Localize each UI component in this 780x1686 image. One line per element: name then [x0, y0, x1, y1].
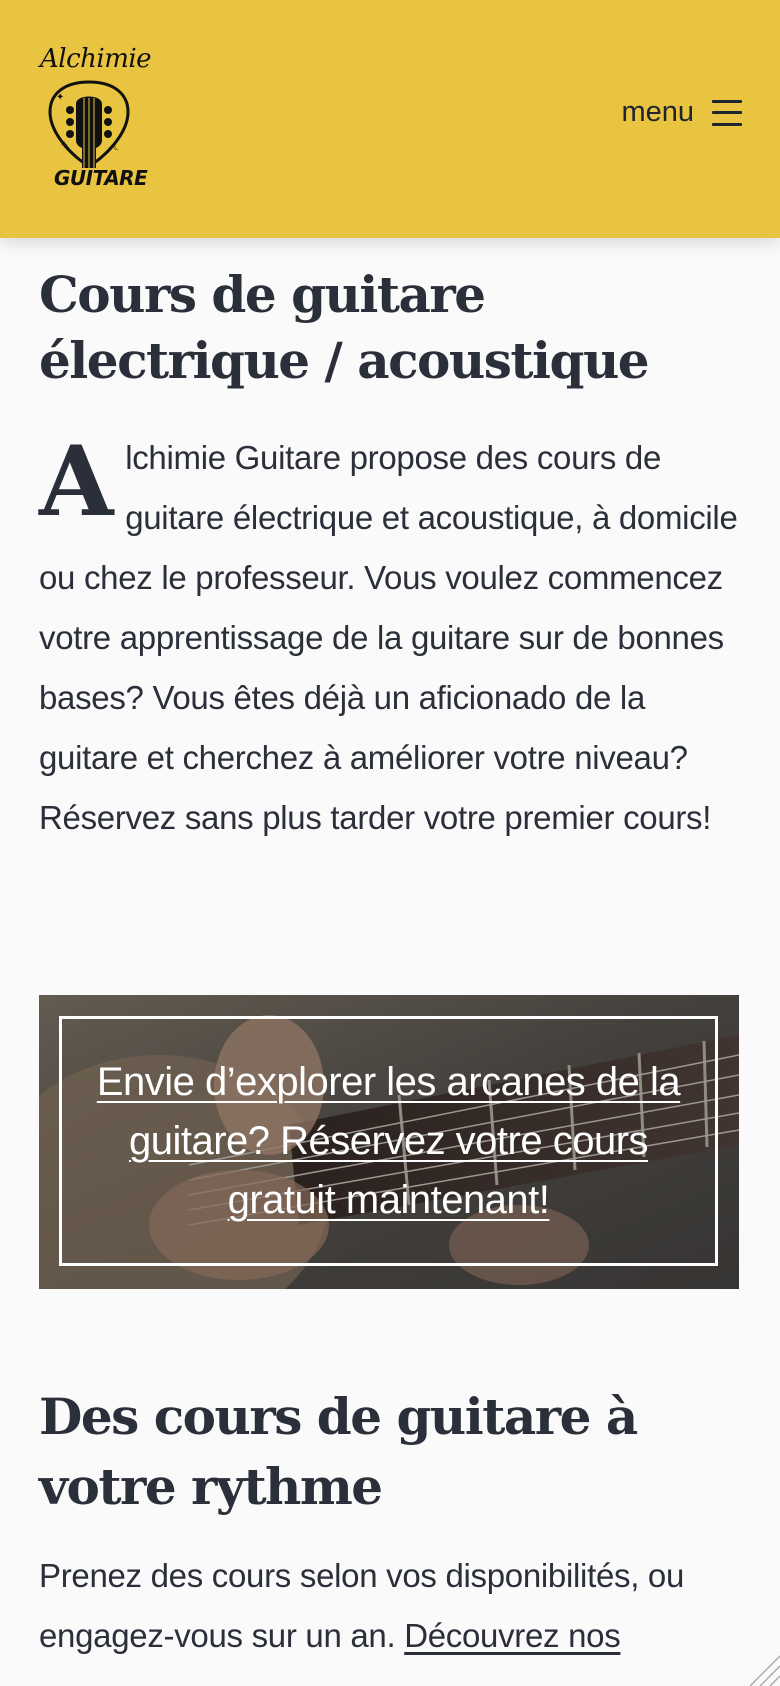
svg-text:✦: ✦: [60, 140, 68, 151]
page-title: Cours de guitare électrique / acoustique: [39, 265, 650, 390]
discover-link[interactable]: Découvrez nos: [404, 1617, 621, 1654]
cta-frame: Envie d’explorer les arcanes de la guita…: [59, 1016, 718, 1266]
cta-banner[interactable]: Envie d’explorer les arcanes de la guita…: [39, 995, 739, 1289]
intro-paragraph: Alchimie Guitare propose des cours de gu…: [39, 428, 739, 848]
section-title: Des cours de guitare à votre rythme: [39, 1387, 638, 1516]
site-logo[interactable]: Alchimie ✦ ✦ ☾ GUITARE: [38, 44, 152, 196]
logo-text-top: Alchimie: [40, 44, 152, 74]
menu-label: menu: [621, 96, 694, 128]
section-rythme: Des cours de guitare à votre rythme Pren…: [39, 1382, 749, 1666]
svg-text:✦: ✦: [56, 92, 64, 103]
cta-link[interactable]: Envie d’explorer les arcanes de la guita…: [80, 1053, 697, 1230]
hamburger-icon[interactable]: [712, 99, 742, 126]
svg-text:☾: ☾: [112, 139, 123, 153]
section-paragraph: Prenez des cours selon vos disponibilité…: [39, 1546, 749, 1666]
site-header: Alchimie ✦ ✦ ☾ GUITARE menu: [0, 0, 780, 238]
logo-text-bottom: GUITARE: [54, 166, 148, 190]
dropcap-letter: A: [39, 425, 114, 538]
resize-grip-icon[interactable]: [740, 1646, 780, 1686]
main-content: Cours de guitare électrique / acoustique…: [39, 262, 739, 848]
menu-button[interactable]: menu: [621, 96, 742, 129]
intro-text: lchimie Guitare propose des cours de gui…: [39, 439, 738, 836]
guitar-headstock-icon: ✦ ✦ ☾: [46, 78, 132, 170]
